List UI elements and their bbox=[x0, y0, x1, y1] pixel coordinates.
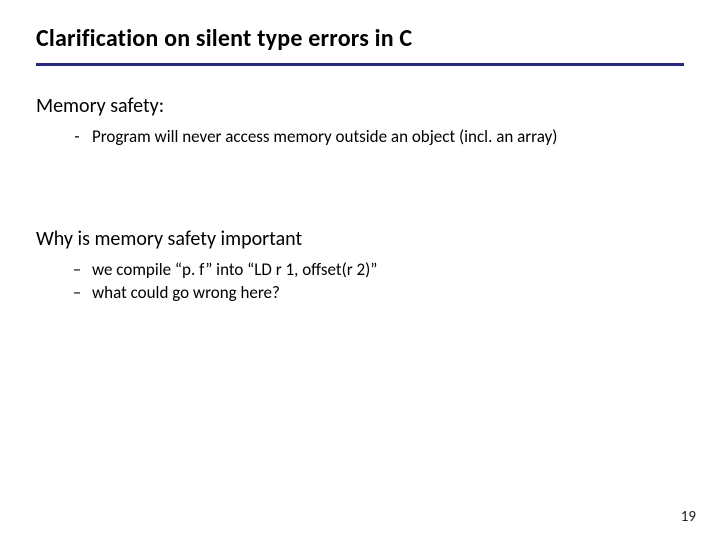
slide: Clarification on silent type errors in C… bbox=[0, 0, 720, 540]
bullet-marker: – bbox=[72, 259, 82, 282]
list-item: – what could go wrong here? bbox=[72, 282, 684, 305]
bullet-text: what could go wrong here? bbox=[92, 282, 684, 305]
section-heading: Memory safety: bbox=[36, 94, 684, 118]
section-heading: Why is memory safety important bbox=[36, 227, 684, 251]
bullet-list: – we compile “p. f” into “LD r 1, offset… bbox=[36, 259, 684, 305]
bullet-text: we compile “p. f” into “LD r 1, offset(r… bbox=[92, 259, 684, 282]
bullet-marker: - bbox=[72, 126, 82, 149]
list-item: - Program will never access memory outsi… bbox=[72, 126, 684, 149]
bullet-text: Program will never access memory outside… bbox=[92, 126, 684, 149]
title-underline bbox=[36, 63, 684, 66]
page-number: 19 bbox=[681, 508, 696, 526]
bullet-list: - Program will never access memory outsi… bbox=[36, 126, 684, 149]
bullet-marker: – bbox=[72, 282, 82, 305]
section-why-important: Why is memory safety important – we comp… bbox=[36, 227, 684, 305]
list-item: – we compile “p. f” into “LD r 1, offset… bbox=[72, 259, 684, 282]
slide-title: Clarification on silent type errors in C bbox=[36, 24, 684, 53]
spacer bbox=[36, 149, 684, 199]
title-block: Clarification on silent type errors in C bbox=[36, 24, 684, 66]
section-memory-safety: Memory safety: - Program will never acce… bbox=[36, 94, 684, 149]
